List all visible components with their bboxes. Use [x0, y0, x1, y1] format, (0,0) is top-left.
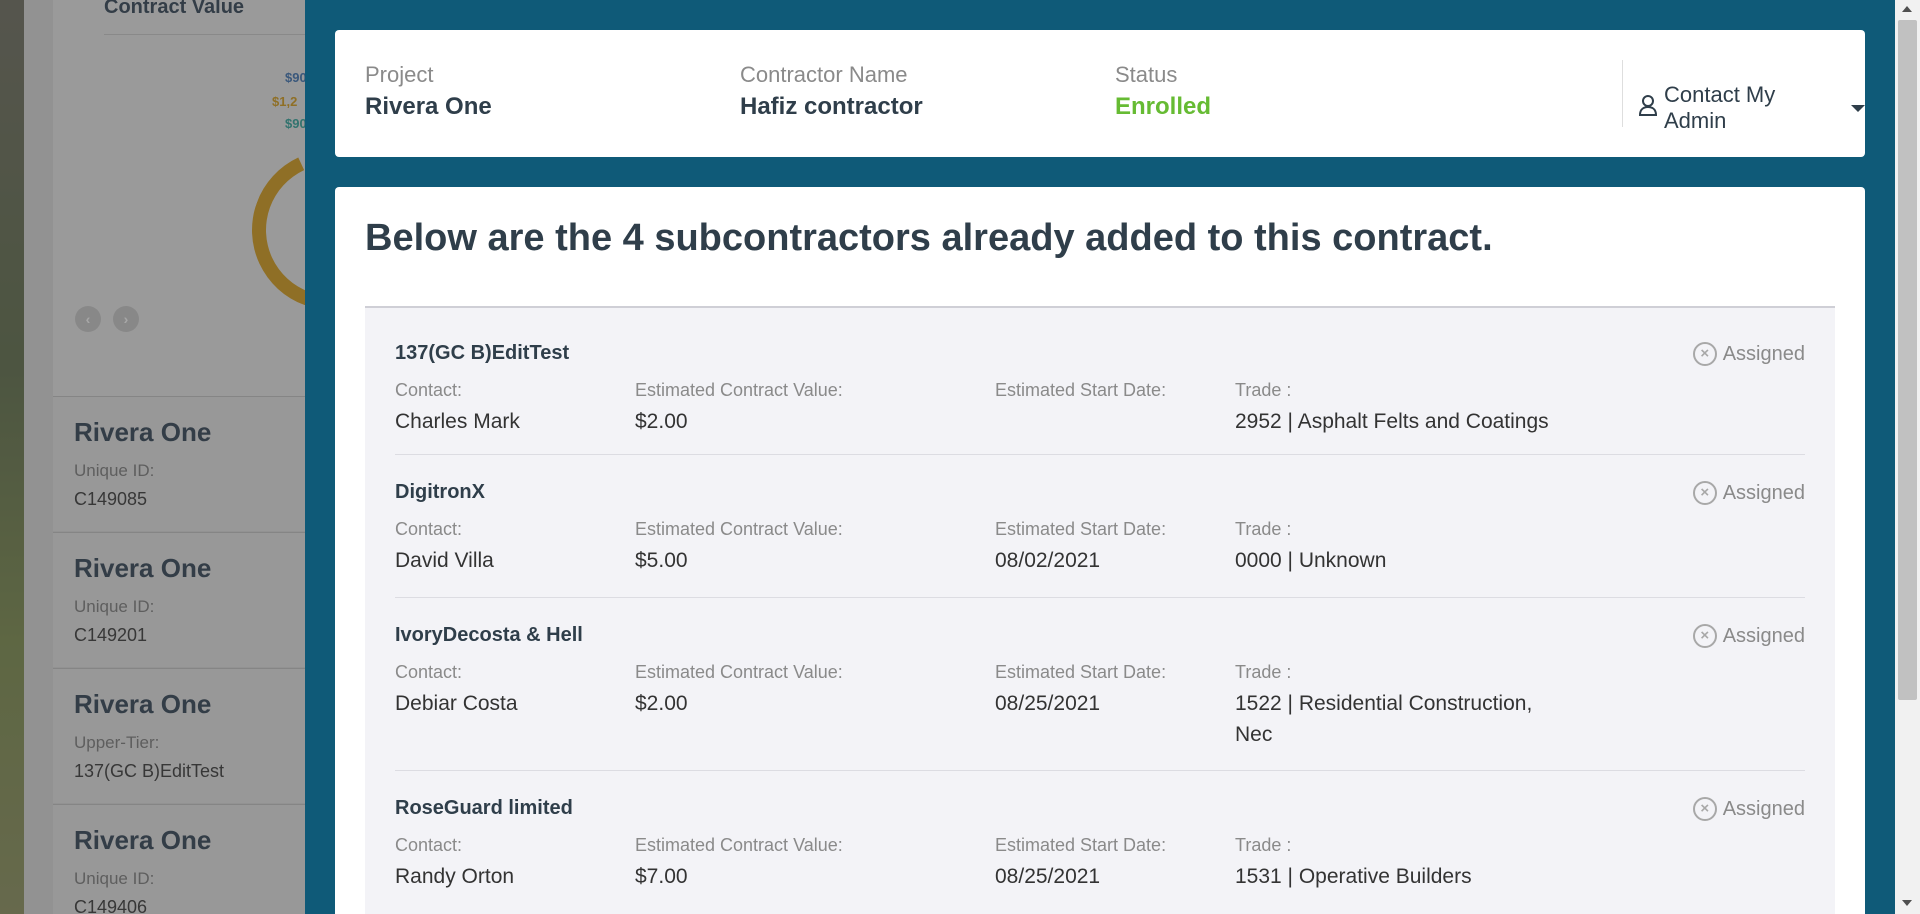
- contract-value-column: Estimated Contract Value: $5.00: [635, 517, 975, 576]
- contact-value: Randy Orton: [395, 865, 515, 888]
- subcontractor-list: 137(GC B)EditTest Contact: Charles Mark E…: [365, 306, 1835, 914]
- start-date-value: 08/25/2021: [995, 692, 1101, 715]
- list-item: IvoryDecosta & Hell Contact: Debiar Costa…: [395, 598, 1805, 771]
- close-circle-icon: ×: [1692, 481, 1717, 505]
- start-date-column: Estimated Start Date: 08/25/2021: [995, 833, 1215, 892]
- list-item: 137(GC B)EditTest Contact: Charles Mark E…: [395, 308, 1805, 455]
- trade-label: Trade :: [1235, 519, 1292, 539]
- contractor-field: Contractor Name Hafiz contractor: [740, 60, 923, 124]
- start-date-label: Estimated Start Date:: [995, 662, 1167, 682]
- contact-label: Contact:: [395, 519, 463, 539]
- project-value: Rivera One: [365, 93, 492, 120]
- trade-column: Trade : 0000 | Unknown: [1235, 517, 1595, 576]
- project-label: Project: [365, 62, 434, 87]
- trade-label: Trade :: [1235, 662, 1292, 682]
- assigned-toggle[interactable]: × Assigned: [1692, 624, 1805, 648]
- close-circle-icon: ×: [1692, 624, 1717, 648]
- trade-value: 1531 | Operative Builders: [1235, 865, 1472, 888]
- trade-column: Trade : 1522 | Residential Construction, …: [1235, 660, 1565, 750]
- contact-column: Contact: Randy Orton: [395, 833, 615, 892]
- assigned-toggle[interactable]: × Assigned: [1692, 797, 1805, 821]
- list-item: RoseGuard limited Contact: Randy Orton Es…: [395, 771, 1805, 914]
- status-field: Status Enrolled: [1115, 60, 1211, 124]
- contact-admin-dropdown[interactable]: Contact My Admin: [1638, 82, 1865, 134]
- subcontractor-name: RoseGuard limited: [395, 797, 573, 819]
- contact-label: Contact:: [395, 835, 463, 855]
- contract-value-column: Estimated Contract Value: $2.00: [635, 378, 975, 437]
- start-date-value: 08/25/2021: [995, 865, 1101, 888]
- contact-column: Contact: David Villa: [395, 517, 615, 576]
- status-label: Status: [1115, 62, 1178, 87]
- contact-value: David Villa: [395, 549, 494, 572]
- list-item: DigitronX Contact: David Villa Estimated …: [395, 455, 1805, 598]
- start-date-column: Estimated Start Date: 08/25/2021: [995, 660, 1215, 719]
- subcontractor-name: DigitronX: [395, 481, 485, 503]
- trade-label: Trade :: [1235, 835, 1292, 855]
- assigned-label: Assigned: [1722, 624, 1805, 647]
- page-title: Below are the 4 subcontractors already a…: [365, 217, 1493, 259]
- user-icon: [1638, 94, 1658, 122]
- assigned-label: Assigned: [1722, 797, 1805, 820]
- contact-admin-label: Contact My Admin: [1664, 82, 1776, 133]
- close-circle-icon: ×: [1692, 797, 1717, 821]
- contract-value-label: Estimated Contract Value:: [635, 380, 843, 400]
- contract-value-label: Estimated Contract Value:: [635, 662, 843, 682]
- contact-label: Contact:: [395, 380, 463, 400]
- contract-value-label: Estimated Contract Value:: [635, 835, 843, 855]
- page-scrollbar[interactable]: [1895, 0, 1920, 914]
- scroll-up-icon[interactable]: [1902, 6, 1912, 12]
- close-circle-icon: ×: [1692, 342, 1717, 366]
- trade-value: 1522 | Residential Construction, Nec: [1235, 692, 1533, 746]
- contact-column: Contact: Charles Mark: [395, 378, 615, 437]
- contractor-label: Contractor Name: [740, 62, 908, 87]
- contact-column: Contact: Debiar Costa: [395, 660, 615, 719]
- assigned-toggle[interactable]: × Assigned: [1692, 481, 1805, 505]
- subcontractor-name: 137(GC B)EditTest: [395, 342, 570, 364]
- start-date-column: Estimated Start Date:: [995, 378, 1215, 406]
- contract-value: $2.00: [635, 410, 688, 433]
- contact-label: Contact:: [395, 662, 463, 682]
- subcontractors-modal: Project Rivera One Contractor Name Hafiz…: [305, 0, 1895, 914]
- trade-column: Trade : 1531 | Operative Builders: [1235, 833, 1595, 892]
- assigned-label: Assigned: [1722, 342, 1805, 365]
- header-divider: [1622, 60, 1623, 127]
- contract-value: $7.00: [635, 865, 688, 888]
- subcontractors-card: Below are the 4 subcontractors already a…: [335, 187, 1865, 914]
- contract-header: Project Rivera One Contractor Name Hafiz…: [335, 30, 1865, 157]
- status-badge: Enrolled: [1115, 93, 1212, 120]
- contract-value-label: Estimated Contract Value:: [635, 519, 843, 539]
- start-date-column: Estimated Start Date: 08/02/2021: [995, 517, 1215, 576]
- contract-value: $2.00: [635, 692, 688, 715]
- trade-label: Trade :: [1235, 380, 1292, 400]
- trade-value: 0000 | Unknown: [1235, 549, 1387, 572]
- start-date-label: Estimated Start Date:: [995, 519, 1167, 539]
- scrollbar-thumb[interactable]: [1898, 20, 1917, 700]
- caret-down-icon: [1851, 104, 1865, 112]
- subcontractor-name: IvoryDecosta & Hell: [395, 624, 583, 646]
- contract-value: $5.00: [635, 549, 688, 572]
- assigned-label: Assigned: [1722, 481, 1805, 504]
- contract-value-column: Estimated Contract Value: $7.00: [635, 833, 975, 892]
- start-date-label: Estimated Start Date:: [995, 380, 1167, 400]
- assigned-toggle[interactable]: × Assigned: [1692, 342, 1805, 366]
- contract-value-column: Estimated Contract Value: $2.00: [635, 660, 975, 719]
- start-date-value: 08/02/2021: [995, 549, 1101, 572]
- contractor-value: Hafiz contractor: [740, 93, 923, 120]
- trade-value: 2952 | Asphalt Felts and Coatings: [1235, 410, 1549, 433]
- project-field: Project Rivera One: [365, 60, 492, 124]
- contact-value: Debiar Costa: [395, 692, 518, 715]
- start-date-label: Estimated Start Date:: [995, 835, 1167, 855]
- scroll-down-icon[interactable]: [1902, 900, 1912, 906]
- trade-column: Trade : 2952 | Asphalt Felts and Coatings: [1235, 378, 1595, 437]
- contact-value: Charles Mark: [395, 410, 520, 433]
